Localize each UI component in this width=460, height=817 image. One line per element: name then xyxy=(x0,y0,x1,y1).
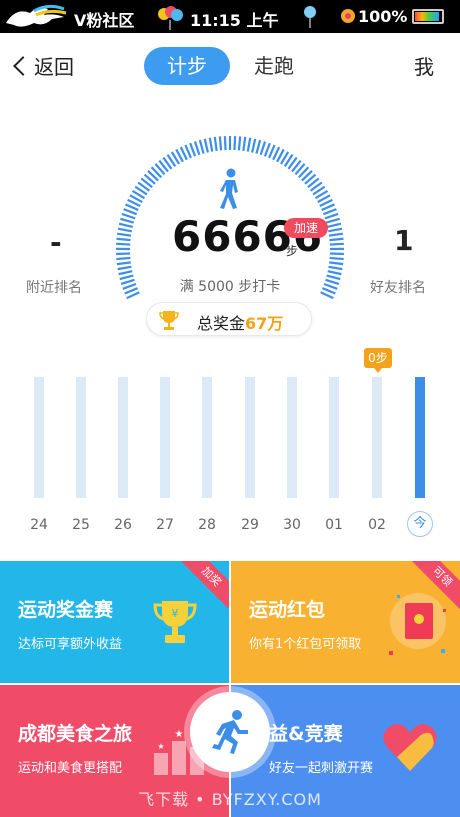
day-label: 26 xyxy=(114,517,132,533)
runner-icon xyxy=(212,710,248,754)
friend-rank-value: 1 xyxy=(394,224,414,257)
svg-text:★: ★ xyxy=(175,729,184,740)
prize-label: 总奖金 xyxy=(197,314,246,333)
start-run-button[interactable] xyxy=(190,692,270,772)
day-bar[interactable] xyxy=(245,377,255,498)
total-prize-button[interactable]: 总奖金67万 xyxy=(146,302,312,336)
day-label: 25 xyxy=(72,517,90,533)
day-bar[interactable] xyxy=(118,377,128,498)
speed-badge[interactable]: 加速 xyxy=(284,218,328,238)
day-bar[interactable] xyxy=(76,377,86,498)
back-label: 返回 xyxy=(34,55,74,79)
day-bar[interactable] xyxy=(202,377,212,498)
svg-text:¥: ¥ xyxy=(172,607,179,620)
day-label-today[interactable]: 今 xyxy=(407,511,433,537)
back-button[interactable]: 返回 xyxy=(10,51,74,80)
day-bar[interactable] xyxy=(160,377,170,498)
signal-icon xyxy=(341,9,355,23)
app-logo-icon xyxy=(6,4,67,27)
day-label: 30 xyxy=(283,517,301,533)
step-unit: 步 xyxy=(286,244,299,258)
card-sport-bonus[interactable]: 运动奖金赛 达标可享额外收益 加奖 ¥ xyxy=(0,561,229,683)
tab-step-count[interactable]: 计步 xyxy=(144,47,230,85)
back-chevron-icon xyxy=(13,55,33,76)
clock-label: 11:15 上午 xyxy=(190,11,279,30)
card-red-packet[interactable]: 运动红包 你有1个红包可领取 可领 xyxy=(231,561,460,683)
day-label: 27 xyxy=(156,517,174,533)
me-button[interactable]: 我 xyxy=(414,51,434,80)
card-title: 运动红包 xyxy=(249,599,326,621)
balloons-icon xyxy=(158,6,183,30)
tab-walk-run[interactable]: 走跑 xyxy=(246,47,302,85)
day-label: 02 xyxy=(368,517,386,533)
red-packet-icon xyxy=(389,593,446,655)
battery-icon xyxy=(412,9,444,24)
day-bar[interactable] xyxy=(34,377,44,498)
card-subtitle: 运动和美食更搭配 xyxy=(18,761,123,776)
card-title: 成都美食之旅 xyxy=(18,723,133,745)
card-title: 运动奖金赛 xyxy=(18,599,114,621)
card-subtitle: 你有1个红包可领取 xyxy=(249,637,362,652)
watermark-text: 飞下载 • BYFZXY.COM xyxy=(138,790,322,809)
nearby-rank-value: - xyxy=(50,226,62,259)
trophy-icon: ¥ xyxy=(153,601,197,643)
heart-icon xyxy=(383,724,437,771)
card-title: 益&竞赛 xyxy=(269,723,343,745)
walker-icon xyxy=(220,168,238,209)
day-bar[interactable] xyxy=(287,377,297,498)
battery-percent: 100% xyxy=(358,7,408,26)
prize-amount: 67万 xyxy=(245,314,284,333)
friend-rank-label[interactable]: 好友排名 xyxy=(370,277,426,297)
day-label: 01 xyxy=(325,517,343,533)
svg-text:★: ★ xyxy=(157,742,164,751)
carrier-label: V粉社区 xyxy=(74,11,135,30)
balloon-pin-icon xyxy=(304,6,316,28)
day-bar[interactable] xyxy=(329,377,339,498)
card-subtitle: 好友一起刺激开赛 xyxy=(269,761,374,776)
bar-tooltip: 0步 xyxy=(364,348,392,373)
day-bar[interactable] xyxy=(372,377,382,498)
day-label: 28 xyxy=(198,517,216,533)
header: 返回 计步 走跑 我 xyxy=(0,33,460,99)
day-label: 29 xyxy=(241,517,259,533)
trophy-icon xyxy=(159,311,179,330)
nearby-rank-label[interactable]: 附近排名 xyxy=(26,277,82,297)
day-bar[interactable] xyxy=(415,377,425,498)
card-subtitle: 达标可享额外收益 xyxy=(18,637,123,652)
status-bar: V粉社区 11:15 上午 100% xyxy=(0,0,460,33)
day-label: 24 xyxy=(30,517,48,533)
prize-text: 总奖金67万 xyxy=(197,310,283,334)
